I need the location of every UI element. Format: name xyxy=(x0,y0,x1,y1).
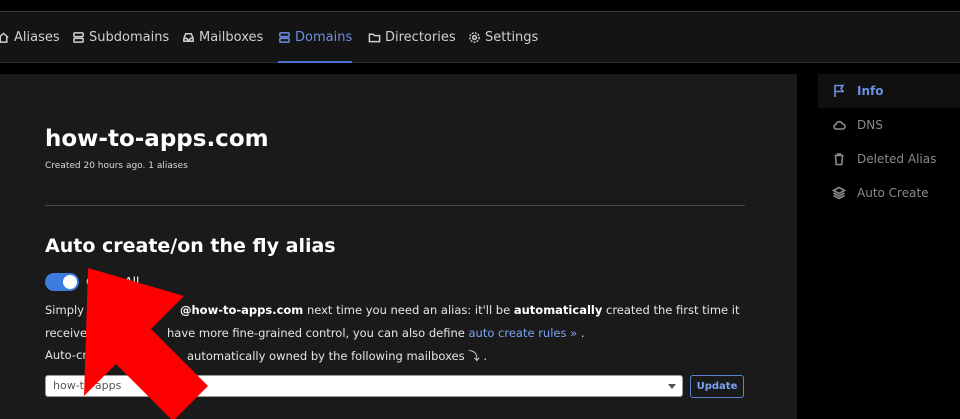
sidebar-item-dns[interactable]: DNS xyxy=(818,108,960,142)
caret-down-icon xyxy=(668,384,676,389)
nav-settings[interactable]: Settings xyxy=(468,12,538,62)
flag-icon xyxy=(834,84,845,97)
auto-create-rules-label: auto create rules xyxy=(468,326,567,340)
trash-icon xyxy=(834,153,844,166)
mailbox-select-value-tail: e xyxy=(190,379,197,392)
catch-all-toggle[interactable] xyxy=(45,273,79,291)
description-line-1: Simply @how-to-apps.com next time you ne… xyxy=(45,303,739,317)
automatically-text: automatically xyxy=(513,303,603,317)
nav-domains[interactable]: Domains xyxy=(278,12,353,63)
nav-settings-label: Settings xyxy=(485,29,539,45)
home-icon xyxy=(0,31,9,43)
description-2-end: . xyxy=(577,326,585,340)
folder-icon xyxy=(368,33,381,42)
mailbox-select[interactable]: how-to-apps e xyxy=(45,375,683,397)
server-icon xyxy=(279,31,290,43)
description-3b: automatically owned by the following mai… xyxy=(187,349,465,363)
description-1a: Simply xyxy=(45,303,84,317)
top-nav: Aliases Subdomains Mailboxes Domains Dir… xyxy=(0,12,960,63)
sidebar-item-dns-label: DNS xyxy=(857,118,883,132)
nav-aliases[interactable]: Aliases xyxy=(0,12,60,62)
inbox-icon xyxy=(183,32,194,42)
description-1c: next time you need an alias: it'll be xyxy=(303,303,514,317)
section-divider xyxy=(45,205,745,206)
domain-created-text: Created 20 hours ago. 1 aliases xyxy=(45,161,188,171)
nav-aliases-label: Aliases xyxy=(14,29,60,45)
description-line-2: receive have more fine-grained control, … xyxy=(45,326,585,340)
sidebar-item-info-label: Info xyxy=(857,84,884,98)
server-icon xyxy=(73,31,84,43)
description-line-3: Auto-cr automatically owned by the follo… xyxy=(45,348,487,363)
catch-all-label: Catch All xyxy=(86,275,140,289)
nav-directories[interactable]: Directories xyxy=(368,12,456,62)
auto-create-rules-link[interactable]: auto create rules » xyxy=(469,326,578,340)
arrow-down-turn-icon: ⤵ xyxy=(468,349,480,363)
description-3-end: . xyxy=(479,349,488,363)
nav-mailboxes-label: Mailboxes xyxy=(199,29,264,45)
domain-suffix: @how-to-apps.com xyxy=(180,303,304,317)
update-button[interactable]: Update xyxy=(690,375,744,398)
nav-directories-label: Directories xyxy=(385,29,456,45)
gear-icon xyxy=(469,31,480,43)
sidebar-item-deleted-alias[interactable]: Deleted Alias xyxy=(818,142,960,176)
nav-mailboxes[interactable]: Mailboxes xyxy=(182,12,263,62)
description-3a: Auto-cr xyxy=(45,348,88,362)
nav-subdomains[interactable]: Subdomains xyxy=(72,12,169,62)
auto-create-title: Auto create/on the fly alias xyxy=(45,235,336,257)
nav-domains-label: Domains xyxy=(295,29,353,45)
cloud-icon xyxy=(833,120,846,130)
layers-icon xyxy=(832,186,846,200)
description-1e: created the first time it xyxy=(602,303,740,317)
domain-title: how-to-apps.com xyxy=(45,126,269,152)
sidebar-item-deleted-alias-label: Deleted Alias xyxy=(857,152,937,166)
sidebar-item-auto-create-label: Auto Create xyxy=(857,186,929,200)
sidebar-item-auto-create[interactable]: Auto Create xyxy=(818,176,960,210)
toggle-knob xyxy=(63,275,77,289)
description-2b: have more fine-grained control, you can … xyxy=(167,326,469,340)
nav-subdomains-label: Subdomains xyxy=(89,29,170,45)
description-2a: receive xyxy=(45,326,88,340)
sidebar-item-info[interactable]: Info xyxy=(818,74,960,108)
mailbox-select-value: how-to-apps xyxy=(53,379,122,392)
